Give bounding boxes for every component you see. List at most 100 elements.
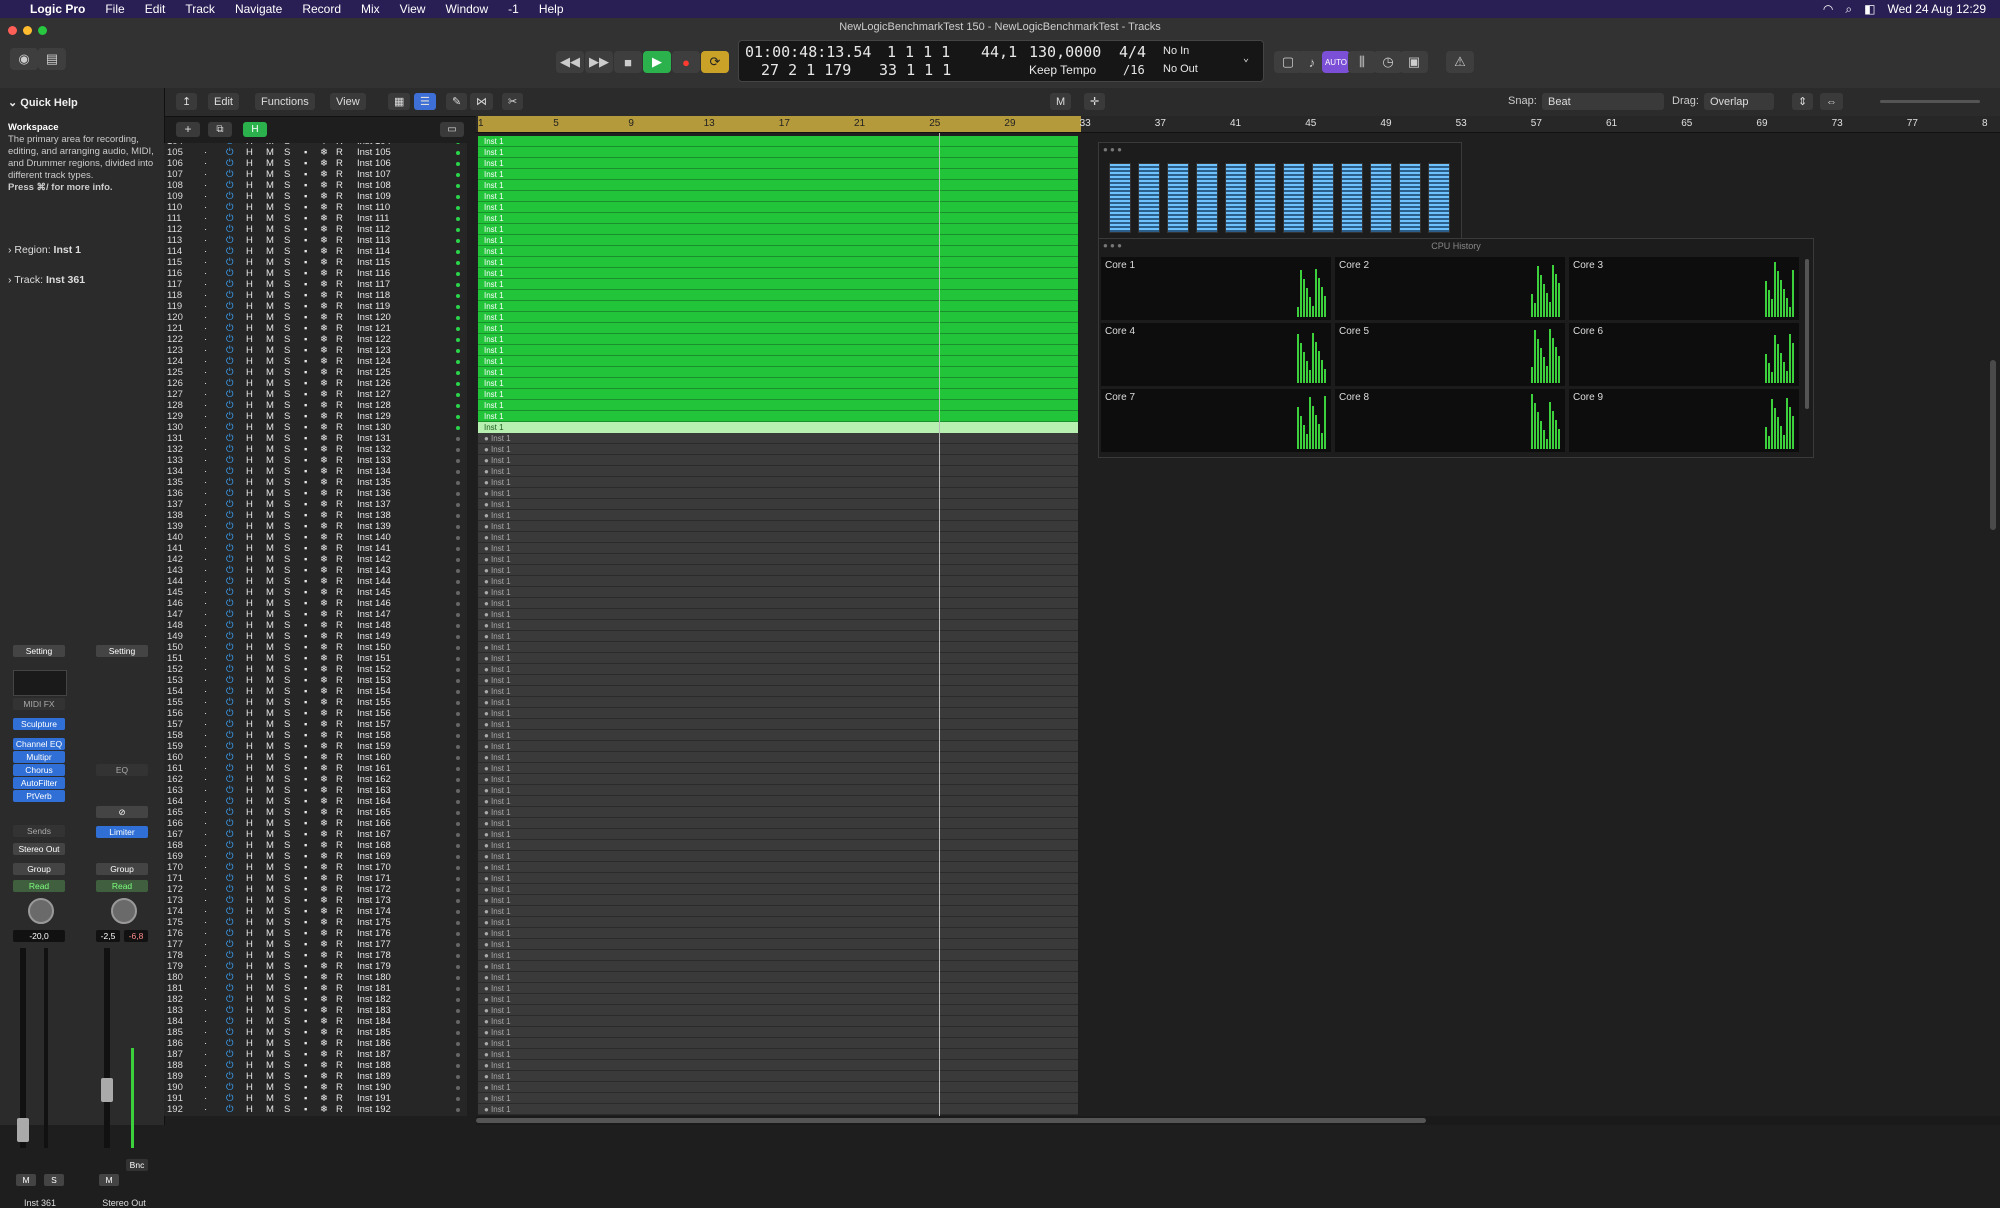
track-lock-icon[interactable]: ▪ <box>304 1027 307 1038</box>
track-record-button[interactable]: R <box>336 675 343 686</box>
wifi-icon[interactable]: ◠ <box>1823 2 1833 16</box>
track-hide-button[interactable]: H <box>246 928 253 939</box>
track-mute-button[interactable]: M <box>266 312 274 323</box>
track-power-icon[interactable]: ⏻ <box>226 752 234 763</box>
midi-region[interactable]: ● Inst 1 <box>478 950 1078 961</box>
track-row[interactable]: 188 · ⏻ H M S ▪ ❄ R Inst 188 <box>164 1060 467 1071</box>
strip1-plugin-channel-eq[interactable]: Channel EQ <box>13 738 65 750</box>
track-record-button[interactable]: R <box>336 664 343 675</box>
record-icon[interactable]: ● <box>672 51 700 73</box>
midi-region[interactable]: ● Inst 1 <box>478 543 1078 554</box>
track-lock-icon[interactable]: ▪ <box>304 587 307 598</box>
track-lock-icon[interactable]: ▪ <box>304 708 307 719</box>
track-record-button[interactable]: R <box>336 697 343 708</box>
track-mute-button[interactable]: M <box>266 510 274 521</box>
track-hide-button[interactable]: H <box>246 213 253 224</box>
track-mute-button[interactable]: M <box>266 961 274 972</box>
track-hide-button[interactable]: H <box>246 235 253 246</box>
track-mute-button[interactable]: M <box>266 466 274 477</box>
track-row[interactable]: 175 · ⏻ H M S ▪ ❄ R Inst 175 <box>164 917 467 928</box>
track-freeze-icon[interactable]: ❄ <box>320 851 328 862</box>
track-row[interactable]: 182 · ⏻ H M S ▪ ❄ R Inst 182 <box>164 994 467 1005</box>
track-row[interactable]: 127 · ⏻ H M S ▪ ❄ R Inst 127 <box>164 389 467 400</box>
track-power-icon[interactable]: ⏻ <box>226 642 234 653</box>
track-lock-icon[interactable]: ▪ <box>304 884 307 895</box>
track-power-icon[interactable]: ⏻ <box>226 840 234 851</box>
track-hide-button[interactable]: H <box>246 994 253 1005</box>
track-row[interactable]: 137 · ⏻ H M S ▪ ❄ R Inst 137 <box>164 499 467 510</box>
crosshair-tool-icon[interactable]: ✛ <box>1084 93 1106 110</box>
track-power-icon[interactable]: ⏻ <box>226 378 234 389</box>
track-lock-icon[interactable]: ▪ <box>304 323 307 334</box>
midi-region[interactable]: ● Inst 1 <box>478 961 1078 972</box>
track-freeze-icon[interactable]: ❄ <box>320 499 328 510</box>
track-mute-button[interactable]: M <box>266 400 274 411</box>
track-solo-button[interactable]: S <box>284 796 290 807</box>
track-mute-button[interactable]: M <box>266 730 274 741</box>
strip1-group[interactable]: Group <box>13 863 65 875</box>
track-hide-button[interactable]: H <box>246 675 253 686</box>
midi-region[interactable]: Inst 1 <box>478 246 1078 257</box>
track-freeze-icon[interactable]: ❄ <box>320 466 328 477</box>
track-hide-button[interactable]: H <box>246 917 253 928</box>
track-record-button[interactable]: R <box>336 389 343 400</box>
track-record-button[interactable]: R <box>336 708 343 719</box>
track-solo-button[interactable]: S <box>284 1093 290 1104</box>
track-hide-button[interactable]: H <box>246 521 253 532</box>
midi-region[interactable]: Inst 1 <box>478 389 1078 400</box>
midi-region[interactable]: Inst 1 <box>478 213 1078 224</box>
track-record-button[interactable]: R <box>336 1005 343 1016</box>
track-mute-button[interactable]: M <box>266 444 274 455</box>
track-freeze-icon[interactable]: ❄ <box>320 477 328 488</box>
strip1-plugin-ptverb[interactable]: PtVerb <box>13 790 65 802</box>
track-hide-button[interactable]: H <box>246 565 253 576</box>
track-power-icon[interactable]: ⏻ <box>226 1038 234 1049</box>
track-freeze-icon[interactable]: ❄ <box>320 543 328 554</box>
track-hide-button[interactable]: H <box>246 961 253 972</box>
track-hide-button[interactable]: H <box>246 554 253 565</box>
track-freeze-icon[interactable]: ❄ <box>320 1060 328 1071</box>
track-freeze-icon[interactable]: ❄ <box>320 268 328 279</box>
track-freeze-icon[interactable]: ❄ <box>320 334 328 345</box>
track-row[interactable]: 135 · ⏻ H M S ▪ ❄ R Inst 135 <box>164 477 467 488</box>
track-freeze-icon[interactable]: ❄ <box>320 1027 328 1038</box>
track-power-icon[interactable]: ⏻ <box>226 928 234 939</box>
midi-region[interactable]: ● Inst 1 <box>478 510 1078 521</box>
track-mute-button[interactable]: M <box>266 565 274 576</box>
track-hide-button[interactable]: H <box>246 191 253 202</box>
track-freeze-icon[interactable]: ❄ <box>320 301 328 312</box>
track-freeze-icon[interactable]: ❄ <box>320 609 328 620</box>
track-power-icon[interactable]: ⏻ <box>226 180 234 191</box>
track-solo-button[interactable]: S <box>284 301 290 312</box>
track-freeze-icon[interactable]: ❄ <box>320 642 328 653</box>
track-mute-button[interactable]: M <box>266 653 274 664</box>
midi-region[interactable]: ● Inst 1 <box>478 620 1078 631</box>
track-lock-icon[interactable]: ▪ <box>304 862 307 873</box>
track-record-button[interactable]: R <box>336 620 343 631</box>
midi-region[interactable]: ● Inst 1 <box>478 1071 1078 1082</box>
track-solo-button[interactable]: S <box>284 191 290 202</box>
track-hide-button[interactable]: H <box>246 664 253 675</box>
track-solo-button[interactable]: S <box>284 730 290 741</box>
grid-view-icon[interactable]: ▦ <box>388 93 411 110</box>
track-hide-button[interactable]: H <box>246 763 253 774</box>
track-record-button[interactable]: R <box>336 730 343 741</box>
midi-region[interactable]: Inst 1 <box>478 312 1078 323</box>
track-row[interactable]: 147 · ⏻ H M S ▪ ❄ R Inst 147 <box>164 609 467 620</box>
track-mute-button[interactable]: M <box>266 642 274 653</box>
midi-region[interactable]: ● Inst 1 <box>478 642 1078 653</box>
track-lock-icon[interactable]: ▪ <box>304 422 307 433</box>
track-freeze-icon[interactable]: ❄ <box>320 708 328 719</box>
track-row[interactable]: 169 · ⏻ H M S ▪ ❄ R Inst 169 <box>164 851 467 862</box>
zoom-slider[interactable] <box>1880 100 1980 103</box>
pencil-tool-icon[interactable]: ✎ <box>446 93 468 110</box>
track-power-icon[interactable]: ⏻ <box>226 433 234 444</box>
track-mute-button[interactable]: M <box>266 378 274 389</box>
track-power-icon[interactable]: ⏻ <box>226 334 234 345</box>
track-freeze-icon[interactable]: ❄ <box>320 1049 328 1060</box>
strip1-output[interactable]: Stereo Out <box>13 843 65 855</box>
track-freeze-icon[interactable]: ❄ <box>320 653 328 664</box>
track-hide-button[interactable]: H <box>246 422 253 433</box>
track-solo-button[interactable]: S <box>284 279 290 290</box>
track-mute-button[interactable]: M <box>266 246 274 257</box>
